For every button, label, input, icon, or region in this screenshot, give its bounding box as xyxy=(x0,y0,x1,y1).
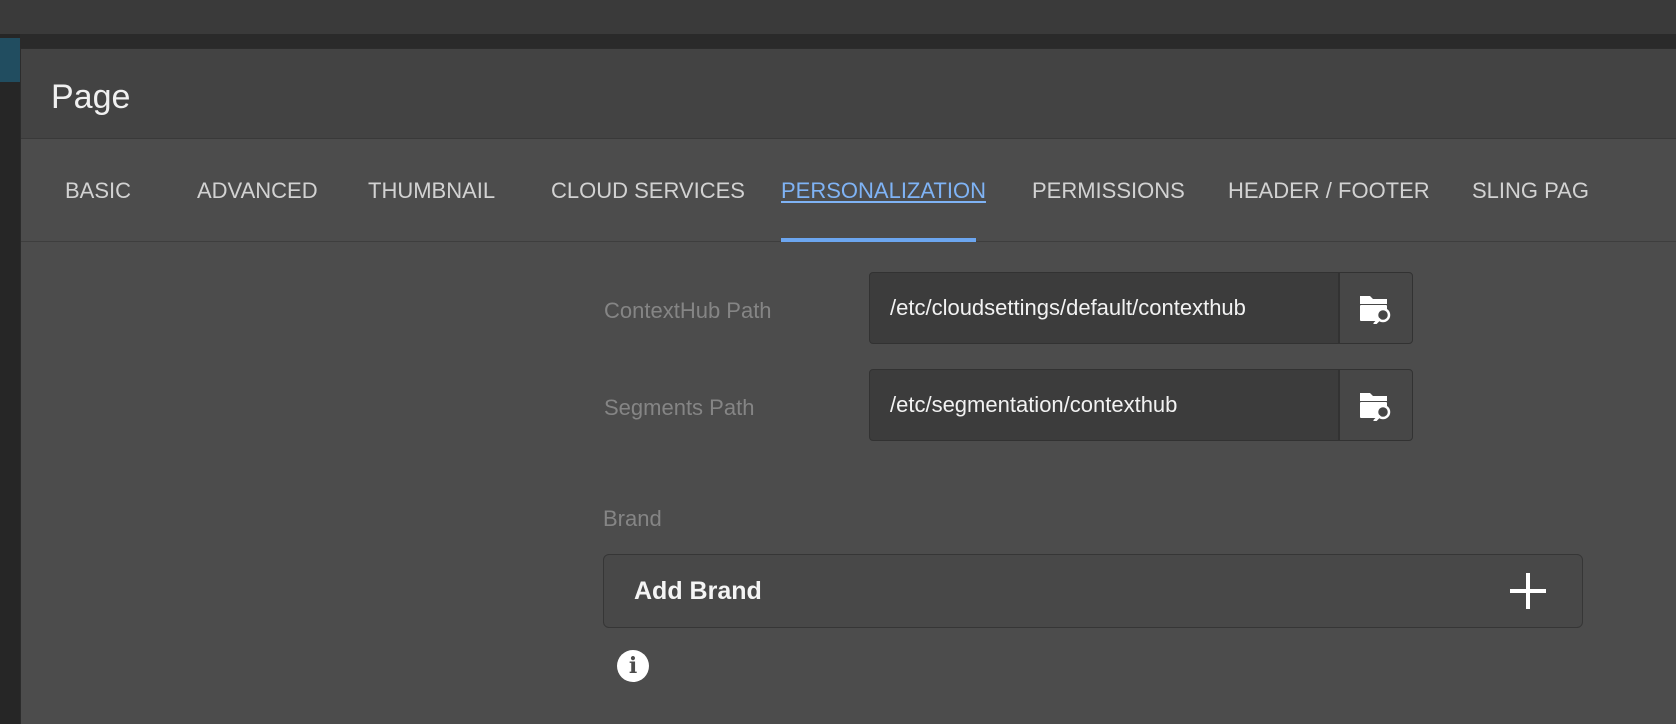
tab-advanced[interactable]: ADVANCED xyxy=(197,139,318,242)
tab-sling-pagemap[interactable]: SLING PAG xyxy=(1472,139,1589,242)
tab-bar: BASIC ADVANCED THUMBNAIL CLOUD SERVICES … xyxy=(21,139,1676,242)
folder-search-icon xyxy=(1360,296,1391,324)
info-icon[interactable]: i xyxy=(617,650,649,682)
page-properties-dialog: Page BASIC ADVANCED THUMBNAIL CLOUD SERV… xyxy=(20,48,1676,724)
segments-path-picker-button[interactable] xyxy=(1339,369,1413,441)
plus-icon xyxy=(1510,573,1546,609)
tab-basic[interactable]: BASIC xyxy=(65,139,131,242)
tab-personalization[interactable]: PERSONALIZATION xyxy=(781,139,986,242)
contexthub-path-input[interactable]: /etc/cloudsettings/default/contexthub xyxy=(869,272,1339,344)
background-accent xyxy=(0,38,20,82)
dialog-header: Page xyxy=(21,49,1676,139)
background-page-strip xyxy=(0,34,20,724)
tab-header-footer[interactable]: HEADER / FOOTER xyxy=(1228,139,1430,242)
contexthub-path-label: ContextHub Path xyxy=(604,298,772,323)
add-brand-button[interactable]: Add Brand xyxy=(603,554,1583,628)
tab-thumbnail[interactable]: THUMBNAIL xyxy=(368,139,495,242)
contexthub-path-picker-button[interactable] xyxy=(1339,272,1413,344)
dialog-title: Page xyxy=(51,78,131,116)
segments-path-label: Segments Path xyxy=(604,395,755,420)
top-bar xyxy=(0,0,1676,34)
add-brand-label: Add Brand xyxy=(634,577,762,605)
brand-label: Brand xyxy=(603,506,662,531)
tab-permissions[interactable]: PERMISSIONS xyxy=(1032,139,1185,242)
segments-path-input[interactable]: /etc/segmentation/contexthub xyxy=(869,369,1339,441)
tab-cloud-services[interactable]: CLOUD SERVICES xyxy=(551,139,745,242)
folder-search-icon xyxy=(1360,393,1391,421)
